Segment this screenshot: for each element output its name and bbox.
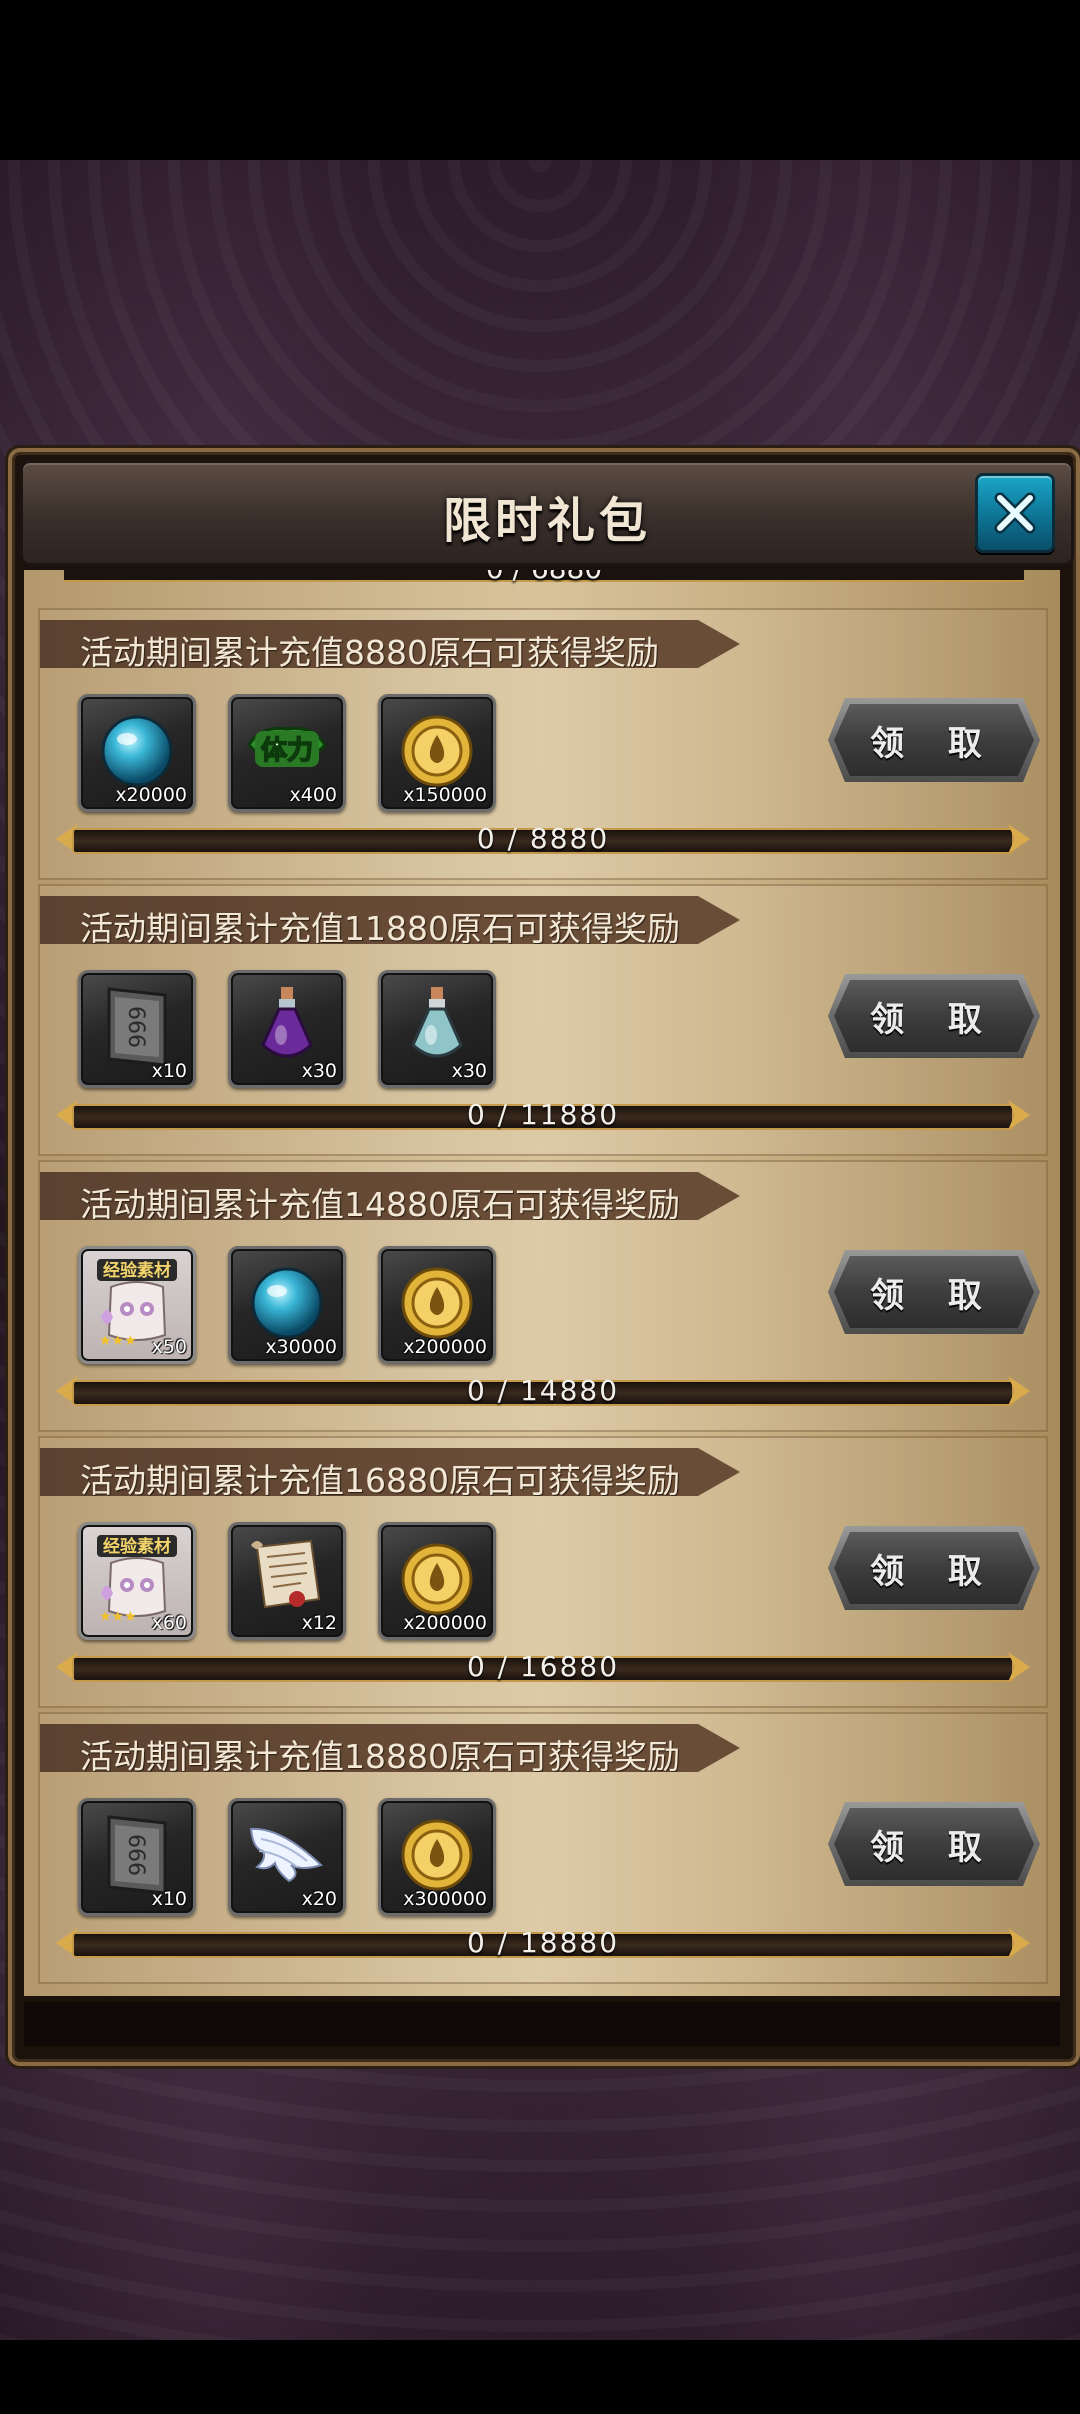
item-quantity: x10 [151, 1060, 187, 1082]
svg-text:★★★: ★★★ [99, 1333, 137, 1349]
reward-item[interactable]: 体力 x400 [228, 694, 346, 812]
claim-label: 领 取 [834, 704, 1034, 776]
progress-label: 0 / 16880 [466, 1650, 620, 1683]
progress-label: 0 / 14880 [466, 1374, 620, 1407]
claim-button[interactable]: 领 取 [828, 1526, 1040, 1610]
progress-bar: 0 / 14880 [56, 1374, 1030, 1407]
partial-progress-label: 0 / 6880 [64, 570, 1024, 585]
requirement-text: 活动期间累计充值18880原石可获得奖励 [80, 1737, 680, 1776]
requirement-text: 活动期间累计充值11880原石可获得奖励 [80, 909, 680, 948]
progress-label: 0 / 11880 [466, 1098, 620, 1131]
requirement-text: 活动期间累计充值16880原石可获得奖励 [80, 1461, 680, 1500]
requirement-banner: 活动期间累计充值18880原石可获得奖励 [40, 1724, 740, 1772]
item-quantity: x30 [301, 1060, 337, 1082]
progress-label: 0 / 8880 [476, 822, 610, 855]
requirement-banner: 活动期间累计充值11880原石可获得奖励 [40, 896, 740, 944]
claim-label: 领 取 [834, 1532, 1034, 1604]
svg-text:经验素材: 经验素材 [103, 1536, 171, 1557]
reward-item[interactable]: x300000 [378, 1798, 496, 1916]
reward-item[interactable]: x30000 [228, 1246, 346, 1364]
close-button[interactable] [975, 473, 1055, 553]
progress-bar: 0 / 8880 [56, 822, 1030, 855]
requirement-text: 活动期间累计充值14880原石可获得奖励 [80, 1185, 680, 1224]
reward-item[interactable]: x12 [228, 1522, 346, 1640]
item-quantity: x20 [301, 1888, 337, 1910]
reward-list[interactable]: 0 / 6880 活动期间累计充值8880原石可获得奖励 x20000 体力 x… [24, 570, 1060, 1996]
claim-label: 领 取 [834, 1256, 1034, 1328]
item-quantity: x30000 [265, 1336, 337, 1358]
item-quantity: x200000 [403, 1612, 487, 1634]
reward-item[interactable]: x30 [378, 970, 496, 1088]
reward-item[interactable]: 经验素材 ★★★ x60 [78, 1522, 196, 1640]
reward-item[interactable]: x20000 [78, 694, 196, 812]
claim-button[interactable]: 领 取 [828, 698, 1040, 782]
requirement-banner: 活动期间累计充值8880原石可获得奖励 [40, 620, 740, 668]
reward-card: 活动期间累计充值18880原石可获得奖励 666 x10 x20 x300000… [38, 1712, 1048, 1984]
item-quantity: x300000 [403, 1888, 487, 1910]
svg-text:666: 666 [123, 1834, 148, 1876]
item-quantity: x10 [151, 1888, 187, 1910]
reward-item[interactable]: x200000 [378, 1522, 496, 1640]
progress-label: 0 / 18880 [466, 1926, 620, 1959]
reward-item[interactable]: 666 x10 [78, 970, 196, 1088]
reward-item[interactable]: 经验素材 ★★★ x50 [78, 1246, 196, 1364]
claim-label: 领 取 [834, 980, 1034, 1052]
reward-card: 活动期间累计充值14880原石可获得奖励 经验素材 ★★★ x50 x30000 … [38, 1160, 1048, 1432]
reward-card: 活动期间累计充值16880原石可获得奖励 经验素材 ★★★ x60 x12 x20… [38, 1436, 1048, 1708]
svg-text:体力: 体力 [261, 736, 313, 766]
page-title: 限时礼包 [442, 493, 651, 549]
close-icon [994, 492, 1036, 534]
reward-card: 活动期间累计充值8880原石可获得奖励 x20000 体力 x400 x1500… [38, 608, 1048, 880]
progress-bar: 0 / 11880 [56, 1098, 1030, 1131]
reward-item[interactable]: 666 x10 [78, 1798, 196, 1916]
item-quantity: x30 [451, 1060, 487, 1082]
requirement-text: 活动期间累计充值8880原石可获得奖励 [80, 633, 659, 672]
reward-card: 活动期间累计充值11880原石可获得奖励 666 x10 x30 x30 领 取 [38, 884, 1048, 1156]
panel-footer [24, 2002, 1060, 2046]
reward-item[interactable]: x200000 [378, 1246, 496, 1364]
claim-button[interactable]: 领 取 [828, 974, 1040, 1058]
reward-item[interactable]: x30 [228, 970, 346, 1088]
claim-label: 领 取 [834, 1808, 1034, 1880]
item-quantity: x12 [301, 1612, 337, 1634]
item-quantity: x400 [289, 784, 337, 806]
item-quantity: x20000 [115, 784, 187, 806]
item-quantity: x60 [151, 1612, 187, 1634]
svg-text:经验素材: 经验素材 [103, 1260, 171, 1281]
item-quantity: x200000 [403, 1336, 487, 1358]
progress-bar: 0 / 16880 [56, 1650, 1030, 1683]
reward-item[interactable]: x150000 [378, 694, 496, 812]
svg-text:666: 666 [123, 1006, 148, 1048]
gift-pack-panel: 限时礼包 0 / 6880 活动期间累计充值8880原石可获得奖励 x20000… [8, 448, 1080, 2066]
claim-button[interactable]: 领 取 [828, 1802, 1040, 1886]
item-quantity: x150000 [403, 784, 487, 806]
partial-progress-bar: 0 / 6880 [64, 570, 1024, 588]
title-bar: 限时礼包 [20, 460, 1074, 566]
requirement-banner: 活动期间累计充值16880原石可获得奖励 [40, 1448, 740, 1496]
claim-button[interactable]: 领 取 [828, 1250, 1040, 1334]
progress-bar: 0 / 18880 [56, 1926, 1030, 1959]
reward-item[interactable]: x20 [228, 1798, 346, 1916]
item-quantity: x50 [151, 1336, 187, 1358]
requirement-banner: 活动期间累计充值14880原石可获得奖励 [40, 1172, 740, 1220]
svg-text:★★★: ★★★ [99, 1609, 137, 1625]
